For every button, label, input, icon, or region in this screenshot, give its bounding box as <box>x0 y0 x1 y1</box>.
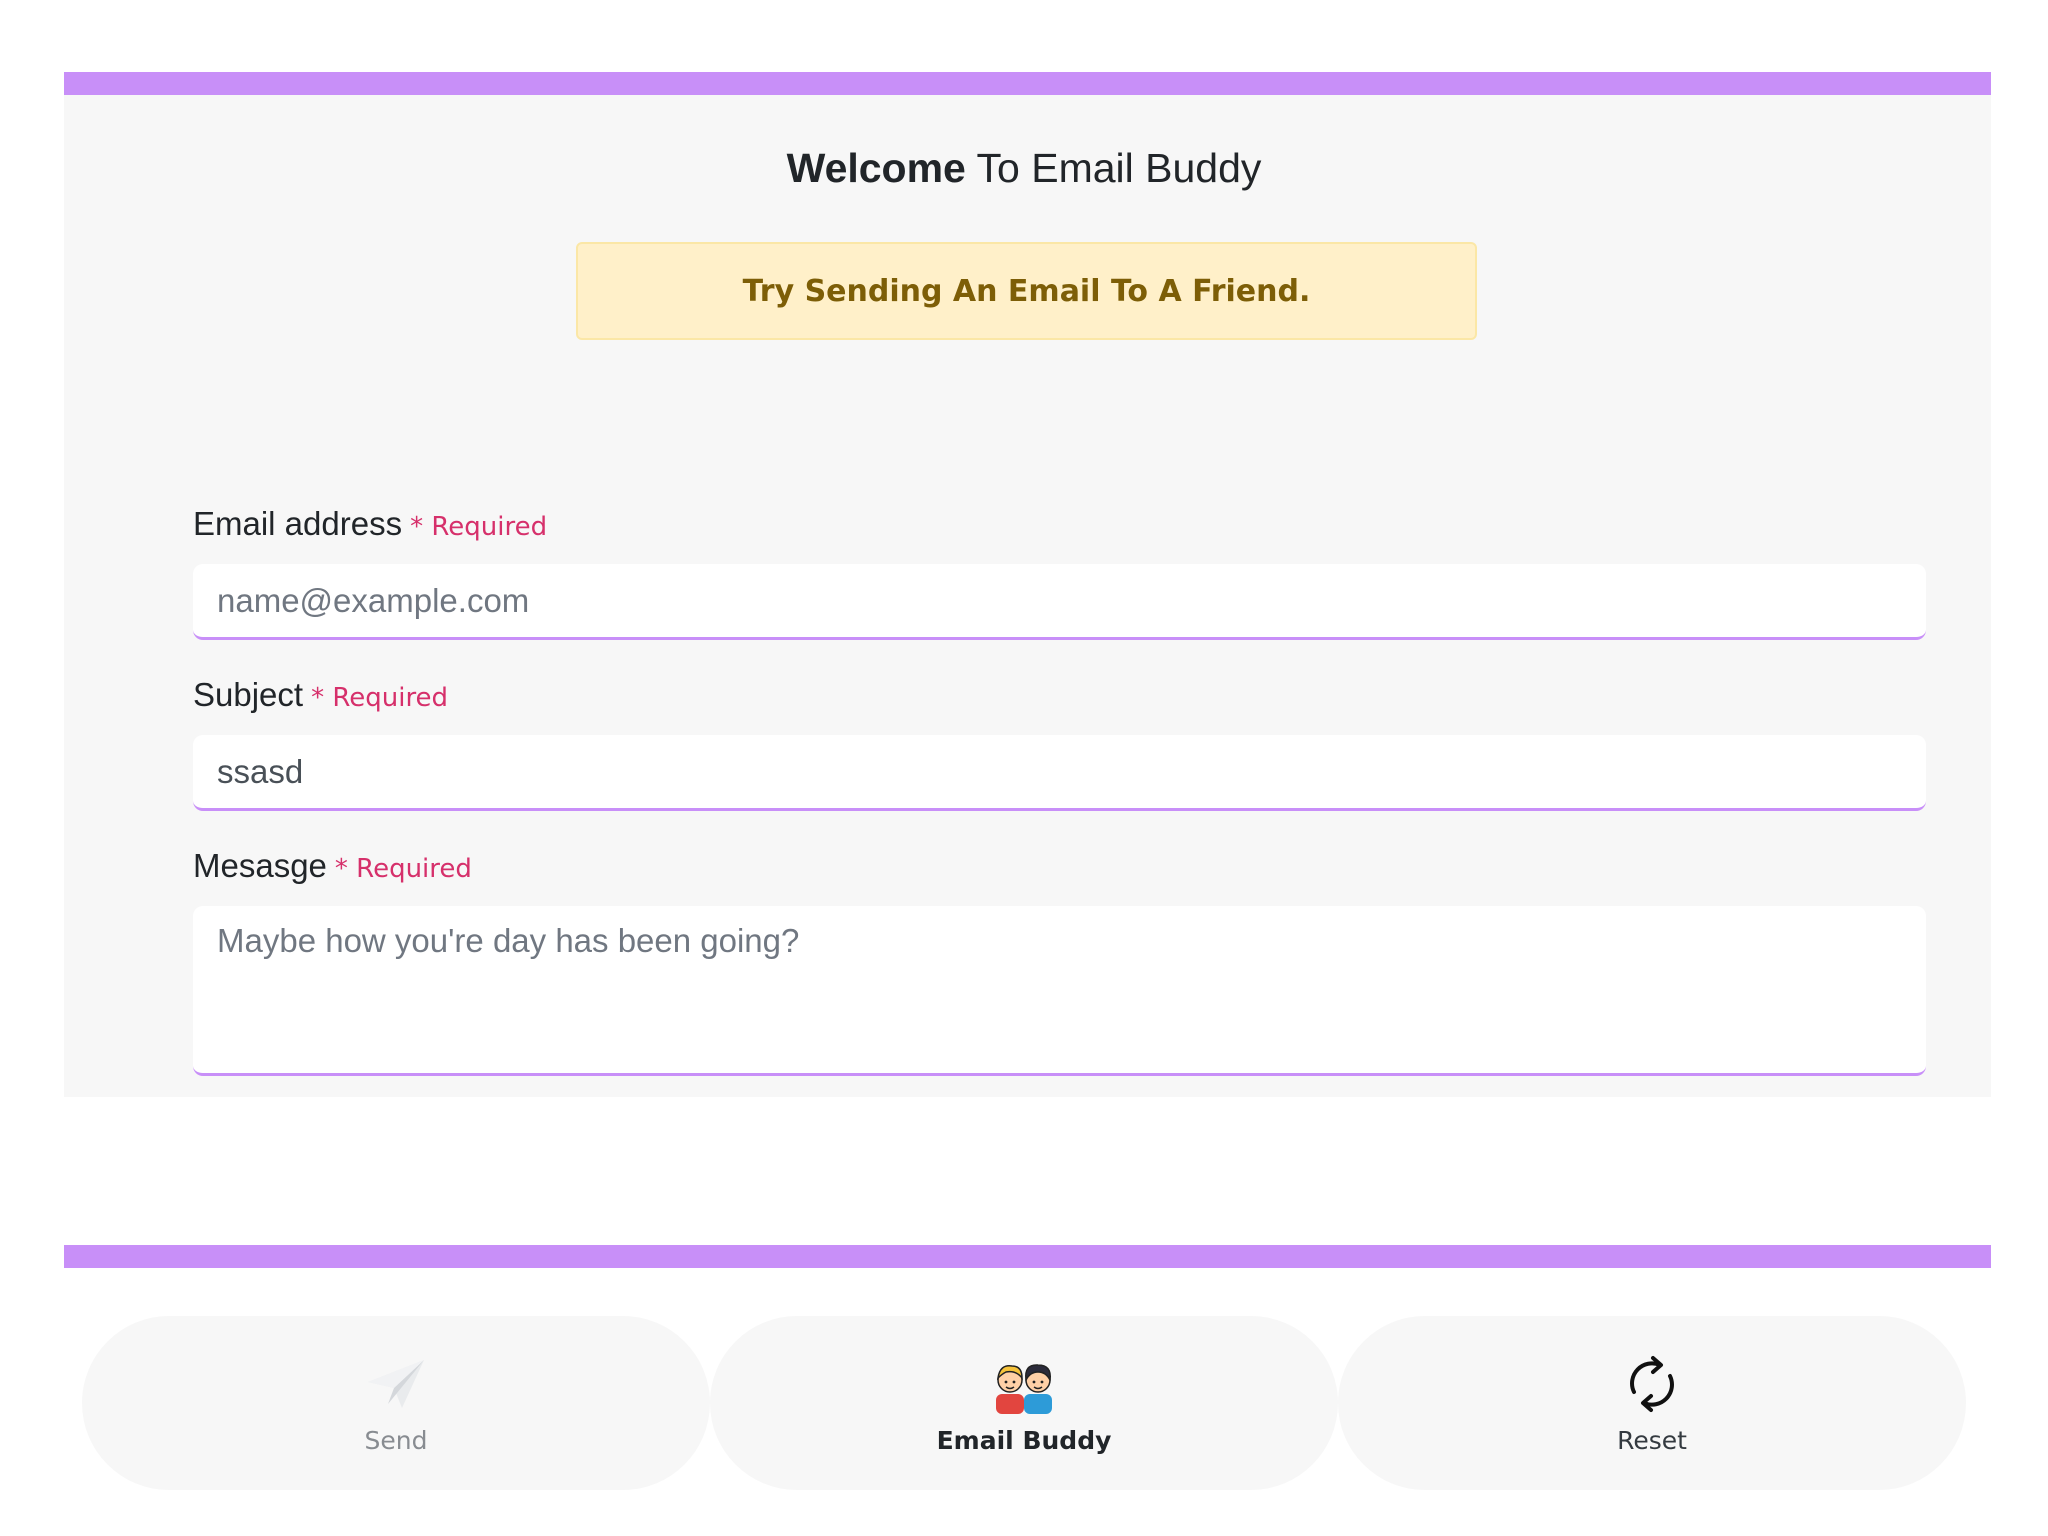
refresh-icon <box>1630 1355 1674 1412</box>
message-required-marker: * Required <box>334 854 472 884</box>
send-button[interactable]: Send <box>82 1316 710 1490</box>
reset-label: Reset <box>1617 1425 1687 1455</box>
page-title: Welcome To Email Buddy <box>0 145 2048 192</box>
email-label: Email address * Required <box>193 505 547 543</box>
friends-icon <box>996 1363 1052 1414</box>
message-textarea[interactable] <box>193 906 1926 1076</box>
info-alert: Try Sending An Email To A Friend. <box>576 242 1477 340</box>
message-label-text: Mesasge <box>193 847 327 884</box>
email-label-text: Email address <box>193 505 403 542</box>
top-accent-bar <box>64 72 1991 95</box>
reset-button[interactable]: Reset <box>1338 1316 1966 1490</box>
title-rest: To Email Buddy <box>965 145 1262 191</box>
email-buddy-label: Email Buddy <box>936 1425 1112 1455</box>
bottom-accent-bar <box>64 1245 1991 1268</box>
email-input[interactable] <box>193 564 1926 640</box>
email-required-marker: * Required <box>410 512 548 542</box>
paper-plane-icon <box>368 1359 424 1408</box>
message-label: Mesasge * Required <box>193 847 472 885</box>
subject-input[interactable] <box>193 735 1926 811</box>
subject-required-marker: * Required <box>311 683 449 713</box>
subject-label: Subject * Required <box>193 676 448 714</box>
subject-label-text: Subject <box>193 676 304 713</box>
email-buddy-button[interactable]: Email Buddy <box>710 1316 1338 1490</box>
send-label: Send <box>364 1425 428 1455</box>
title-bold: Welcome <box>786 145 966 191</box>
